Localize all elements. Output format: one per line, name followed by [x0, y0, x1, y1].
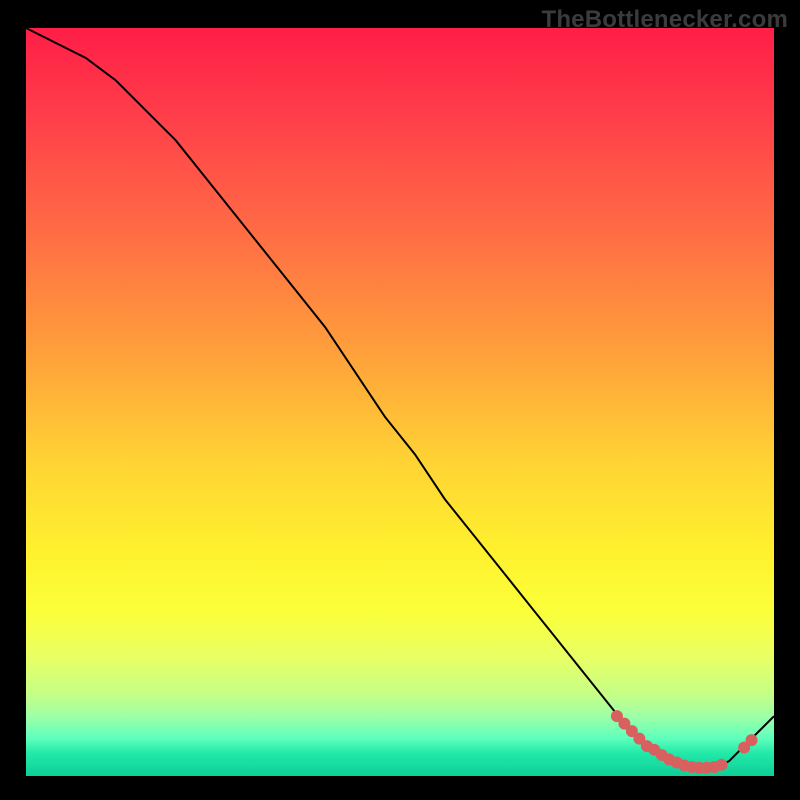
curve-marker — [716, 759, 728, 771]
plot-area — [26, 28, 774, 776]
curve-svg — [26, 28, 774, 776]
bottleneck-curve-path — [26, 28, 774, 769]
curve-marker — [746, 734, 758, 746]
chart-frame: TheBottlenecker.com — [0, 0, 800, 800]
marker-group — [611, 710, 758, 774]
